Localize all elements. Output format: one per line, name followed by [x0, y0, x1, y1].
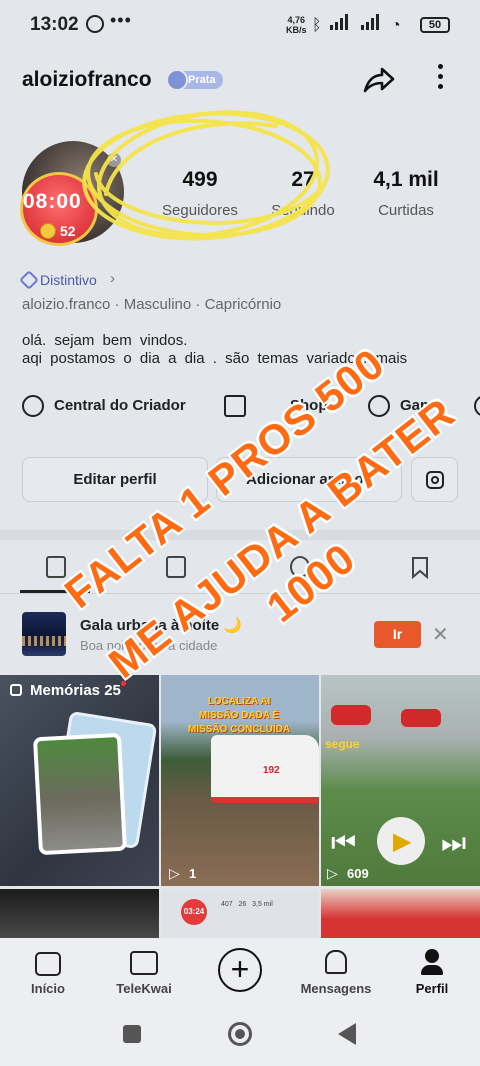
instagram-icon [425, 471, 444, 490]
yellow-circle-scribble [82, 110, 330, 241]
video-tile-ambulance[interactable]: LOCALIZA AI MISSÃO DADA É MISSÃO CONCLUÍ… [161, 675, 319, 886]
system-navigation [0, 1008, 480, 1066]
close-icon[interactable]: ✕ [432, 622, 449, 647]
ambulance-image: 192 [211, 735, 319, 803]
video-tile-screenshot[interactable]: 03:24 407 26 3,5 mil [161, 889, 319, 939]
bio-line-1: olá. sejam bem vindos. [22, 332, 188, 349]
level-badge-icon [166, 69, 188, 91]
coin-icon [40, 223, 56, 239]
profile-username: aloiziofranco [22, 68, 152, 91]
nav-profile[interactable]: Perfil [387, 981, 477, 996]
tab-saved-icon[interactable] [410, 556, 430, 580]
tile-caption: segue [325, 737, 360, 751]
moon-emoji: 🌙 [223, 617, 243, 634]
status-bar: 13:02 ••• 4,76 KB/s ᛒ ◔ 50 [0, 0, 480, 52]
home-circle-icon[interactable] [228, 1022, 252, 1046]
shopping-bag-icon[interactable] [224, 395, 246, 417]
distintivo-link[interactable]: Distintivo [40, 272, 97, 288]
signal-icon-2 [360, 14, 383, 30]
share-icon[interactable] [362, 64, 396, 96]
wifi-icon: ◔ [390, 17, 401, 34]
video-tile-garden[interactable]: segue ⏮ ▶ ⏭ ▷ 609 [321, 675, 480, 886]
game-icon[interactable] [368, 395, 390, 417]
signal-icon [330, 14, 352, 30]
back-icon[interactable] [338, 1023, 356, 1045]
person-icon[interactable] [421, 949, 443, 975]
view-count: 1 [189, 866, 197, 881]
memory-photo [32, 732, 128, 856]
recent-apps-icon[interactable] [123, 1025, 141, 1043]
video-tile-red[interactable] [321, 889, 480, 939]
instagram-button[interactable] [411, 457, 458, 502]
lightning-icon[interactable] [22, 395, 44, 417]
nav-telekwai[interactable]: TeleKwai [99, 981, 189, 996]
more-options-icon[interactable] [436, 64, 444, 96]
red-car [331, 705, 371, 725]
skip-back-icon: ⏮ [331, 827, 357, 858]
more-notifications-icon: ••• [110, 10, 132, 30]
view-count: 609 [347, 866, 369, 881]
nav-home[interactable]: Início [3, 981, 93, 996]
more-link-icon[interactable] [474, 395, 480, 417]
bottom-navigation: Início TeleKwai + Mensagens Perfil [0, 938, 480, 1008]
play-icon: ▷ [327, 865, 338, 881]
nav-messages[interactable]: Mensagens [291, 981, 381, 996]
promo-go-button[interactable]: Ir [374, 621, 421, 648]
play-button-icon: ▶ [377, 817, 425, 865]
coin-count: 52 [60, 223, 76, 239]
battery-indicator: 50 [420, 17, 450, 33]
status-time: 13:02 [30, 14, 79, 35]
bluetooth-icon: ᛒ [312, 17, 322, 34]
memories-label: Memórias 25 [30, 682, 121, 699]
network-speed: 4,76 KB/s [286, 15, 307, 35]
badge-diamond-icon [19, 270, 39, 290]
creator-center-link[interactable]: Central do Criador [54, 397, 186, 414]
tab-private-icon[interactable] [166, 556, 186, 578]
home-icon[interactable] [35, 952, 61, 976]
film-icon[interactable] [130, 951, 158, 975]
plus-icon[interactable]: + [218, 948, 262, 992]
bell-icon[interactable] [325, 950, 347, 974]
likes-label: Curtidas [378, 202, 434, 219]
likes-count[interactable]: 4,1 mil [351, 168, 461, 192]
whatsapp-icon [86, 15, 104, 33]
system-icons: ᛒ ◔ [312, 14, 401, 35]
video-tile-dark[interactable] [0, 889, 159, 939]
section-divider [0, 530, 480, 540]
skip-forward-icon: ⏭ [441, 827, 467, 858]
memories-tile[interactable]: Memórias 25 [0, 675, 159, 886]
lock-icon [10, 684, 22, 696]
chevron-right-icon: › [110, 270, 115, 287]
profile-meta: aloizio.franco · Masculino · Capricórnio [22, 296, 282, 313]
promo-thumbnail[interactable] [22, 612, 66, 656]
play-icon: ▷ [169, 865, 180, 881]
